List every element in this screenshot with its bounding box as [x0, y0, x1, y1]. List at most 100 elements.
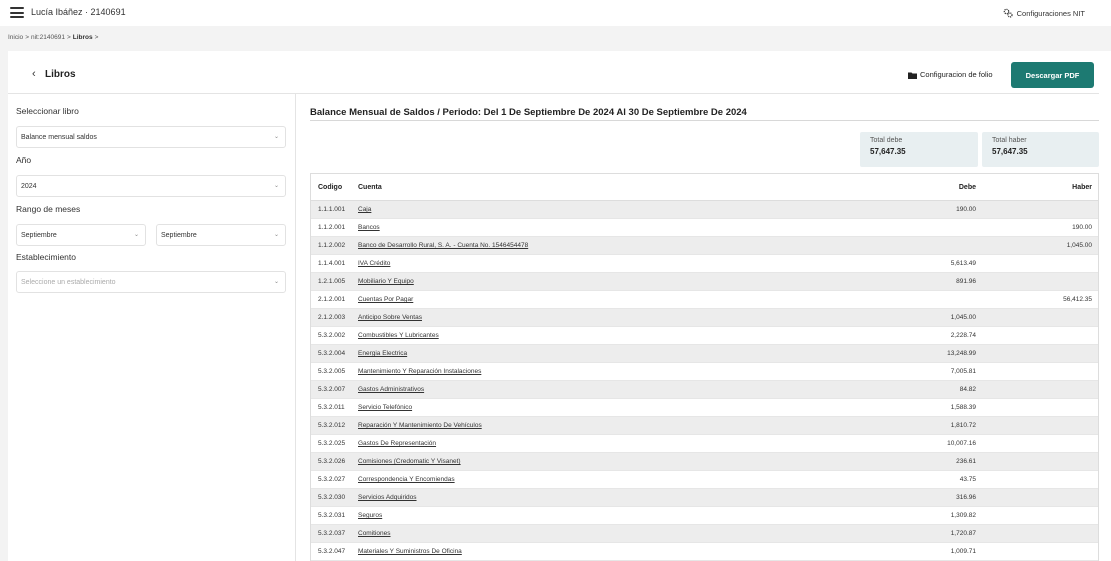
row-codigo: 5.3.2.047: [318, 548, 346, 555]
row-cuenta-link[interactable]: Cuentas Por Pagar: [358, 291, 413, 308]
libro-select-value: Balance mensual saldos: [21, 133, 97, 141]
config-nit-link[interactable]: Configuraciones NIT: [1003, 8, 1085, 18]
header-haber: Haber: [1072, 183, 1092, 191]
table-row: 5.3.2.012 Reparación Y Mantenimiento De V…: [311, 417, 1098, 435]
row-codigo: 5.3.2.030: [318, 494, 346, 501]
row-codigo: 5.3.2.004: [318, 350, 346, 357]
table-row: 5.3.2.011 Servicio Telefónico 1,588.39: [311, 399, 1098, 417]
row-codigo: 1.1.2.002: [318, 242, 346, 249]
row-debe: 10,007.16: [947, 440, 976, 447]
establecimiento-placeholder: Seleccione un establecimiento: [21, 278, 116, 286]
total-haber-box: Total haber 57,647.35: [982, 132, 1099, 167]
breadcrumb-nit[interactable]: nit:2140691: [31, 34, 65, 41]
mes-desde-select[interactable]: Septiembre ⌄: [16, 224, 146, 246]
row-codigo: 2.1.2.003: [318, 314, 346, 321]
header-codigo: Codigo: [318, 183, 343, 191]
establecimiento-select[interactable]: Seleccione un establecimiento ⌄: [16, 271, 286, 293]
row-cuenta-link[interactable]: Correspondencia Y Encomiendas: [358, 471, 455, 488]
row-cuenta-link[interactable]: Energia Electrica: [358, 345, 407, 362]
row-debe: 1,309.82: [950, 512, 976, 519]
anio-label: Año: [16, 155, 32, 165]
mes-hasta-select[interactable]: Septiembre ⌄: [156, 224, 286, 246]
row-codigo: 5.3.2.005: [318, 368, 346, 375]
row-cuenta-link[interactable]: Mobiliario Y Equipo: [358, 273, 414, 290]
table-row: 5.3.2.047 Materiales Y Suministros De Ofi…: [311, 543, 1098, 561]
total-debe-value: 57,647.35: [870, 147, 906, 156]
row-codigo: 1.1.1.001: [318, 206, 346, 213]
row-haber: 1,045.00: [1066, 242, 1092, 249]
breadcrumb-home[interactable]: Inicio: [8, 34, 23, 41]
table-row: 1.1.4.001 IVA Crédito 5,613.49: [311, 255, 1098, 273]
row-codigo: 5.3.2.012: [318, 422, 346, 429]
table-row: 5.3.2.005 Mantenimiento Y Reparación Inst…: [311, 363, 1098, 381]
top-bar: Lucía Ibáñez · 2140691 Configuraciones N…: [0, 0, 1111, 26]
row-codigo: 5.3.2.031: [318, 512, 346, 519]
download-pdf-button[interactable]: Descargar PDF: [1011, 62, 1094, 88]
table-row: 5.3.2.026 Comisiones (Credomatic Y Visane…: [311, 453, 1098, 471]
row-codigo: 2.1.2.001: [318, 296, 346, 303]
row-debe: 190.00: [956, 206, 976, 213]
table-row: 5.3.2.030 Servicios Adquiridos 316.96: [311, 489, 1098, 507]
row-cuenta-link[interactable]: Combustibles Y Lubricantes: [358, 327, 439, 344]
row-debe: 7,005.81: [950, 368, 976, 375]
report-title: Balance Mensual de Saldos / Periodo: Del…: [310, 107, 747, 118]
table-row: 2.1.2.003 Anticipo Sobre Ventas 1,045.00: [311, 309, 1098, 327]
row-codigo: 5.3.2.007: [318, 386, 346, 393]
report-title-divider: [310, 120, 1099, 121]
row-cuenta-link[interactable]: Materiales Y Suministros De Oficina: [358, 543, 462, 560]
breadcrumb-separator: >: [66, 34, 71, 41]
mes-desde-value: Septiembre: [21, 231, 57, 239]
row-debe: 1,009.71: [950, 548, 976, 555]
row-codigo: 5.3.2.025: [318, 440, 346, 447]
total-haber-value: 57,647.35: [992, 147, 1028, 156]
row-debe: 1,720.87: [950, 530, 976, 537]
table-row: 5.3.2.025 Gastos De Representación 10,007.…: [311, 435, 1098, 453]
chevron-down-icon: ⌄: [273, 279, 279, 285]
back-chevron-icon[interactable]: ‹: [32, 68, 36, 80]
row-debe: 13,248.99: [947, 350, 976, 357]
row-cuenta-link[interactable]: Gastos De Representación: [358, 435, 436, 452]
libro-select[interactable]: Balance mensual saldos ⌄: [16, 126, 286, 148]
row-cuenta-link[interactable]: Comisiones (Credomatic Y Visanet): [358, 453, 461, 470]
row-cuenta-link[interactable]: Reparación Y Mantenimiento De Vehículos: [358, 417, 482, 434]
row-haber: 56,412.35: [1063, 296, 1092, 303]
table-row: 5.3.2.027 Correspondencia Y Encomiendas 43…: [311, 471, 1098, 489]
row-cuenta-link[interactable]: Servicios Adquiridos: [358, 489, 417, 506]
total-debe-label: Total debe: [870, 137, 903, 144]
table-row: 5.3.2.037 Comitiones 1,720.87: [311, 525, 1098, 543]
estab-label: Establecimiento: [16, 252, 77, 262]
table-header: Codigo Cuenta Debe Haber: [311, 174, 1098, 201]
chevron-down-icon: ⌄: [273, 183, 279, 189]
row-cuenta-link[interactable]: Mantenimiento Y Reparación Instalaciones: [358, 363, 481, 380]
chevron-down-icon: ⌄: [273, 134, 279, 140]
rango-label: Rango de meses: [16, 204, 81, 214]
row-cuenta-link[interactable]: Caja: [358, 201, 371, 218]
libro-label: Seleccionar libro: [16, 106, 79, 116]
row-debe: 84.82: [959, 386, 976, 393]
main-card: ‹ Libros Configuracion de folio Descarga…: [8, 51, 1111, 561]
row-cuenta-link[interactable]: Gastos Administrativos: [358, 381, 424, 398]
row-cuenta-link[interactable]: IVA Crédito: [358, 255, 390, 272]
row-cuenta-link[interactable]: Seguros: [358, 507, 382, 524]
table-row: 2.1.2.001 Cuentas Por Pagar 56,412.35: [311, 291, 1098, 309]
table-row: 1.1.2.002 Banco de Desarrollo Rural, S. A…: [311, 237, 1098, 255]
row-debe: 316.96: [956, 494, 976, 501]
row-cuenta-link[interactable]: Anticipo Sobre Ventas: [358, 309, 422, 326]
gears-icon: [1003, 8, 1013, 18]
anio-select[interactable]: 2024 ⌄: [16, 175, 286, 197]
row-cuenta-link[interactable]: Servicio Telefónico: [358, 399, 412, 416]
table-body: 1.1.1.001 Caja 190.00 1.1.2.001 Bancos 190.00…: [311, 201, 1098, 561]
row-cuenta-link[interactable]: Comitiones: [358, 525, 391, 542]
row-codigo: 5.3.2.027: [318, 476, 346, 483]
row-cuenta-link[interactable]: Bancos: [358, 219, 380, 236]
row-codigo: 1.1.2.001: [318, 224, 346, 231]
row-debe: 43.75: [959, 476, 976, 483]
row-codigo: 1.1.4.001: [318, 260, 346, 267]
row-cuenta-link[interactable]: Banco de Desarrollo Rural, S. A. - Cuent…: [358, 237, 528, 254]
breadcrumb: Inicio > nit:2140691 > Libros >: [8, 34, 98, 41]
config-nit-label: Configuraciones NIT: [1016, 8, 1085, 18]
folio-config-link[interactable]: Configuracion de folio: [908, 70, 993, 79]
row-codigo: 5.3.2.002: [318, 332, 346, 339]
hamburger-menu-icon[interactable]: [10, 7, 24, 18]
folio-config-label: Configuracion de folio: [920, 70, 993, 79]
